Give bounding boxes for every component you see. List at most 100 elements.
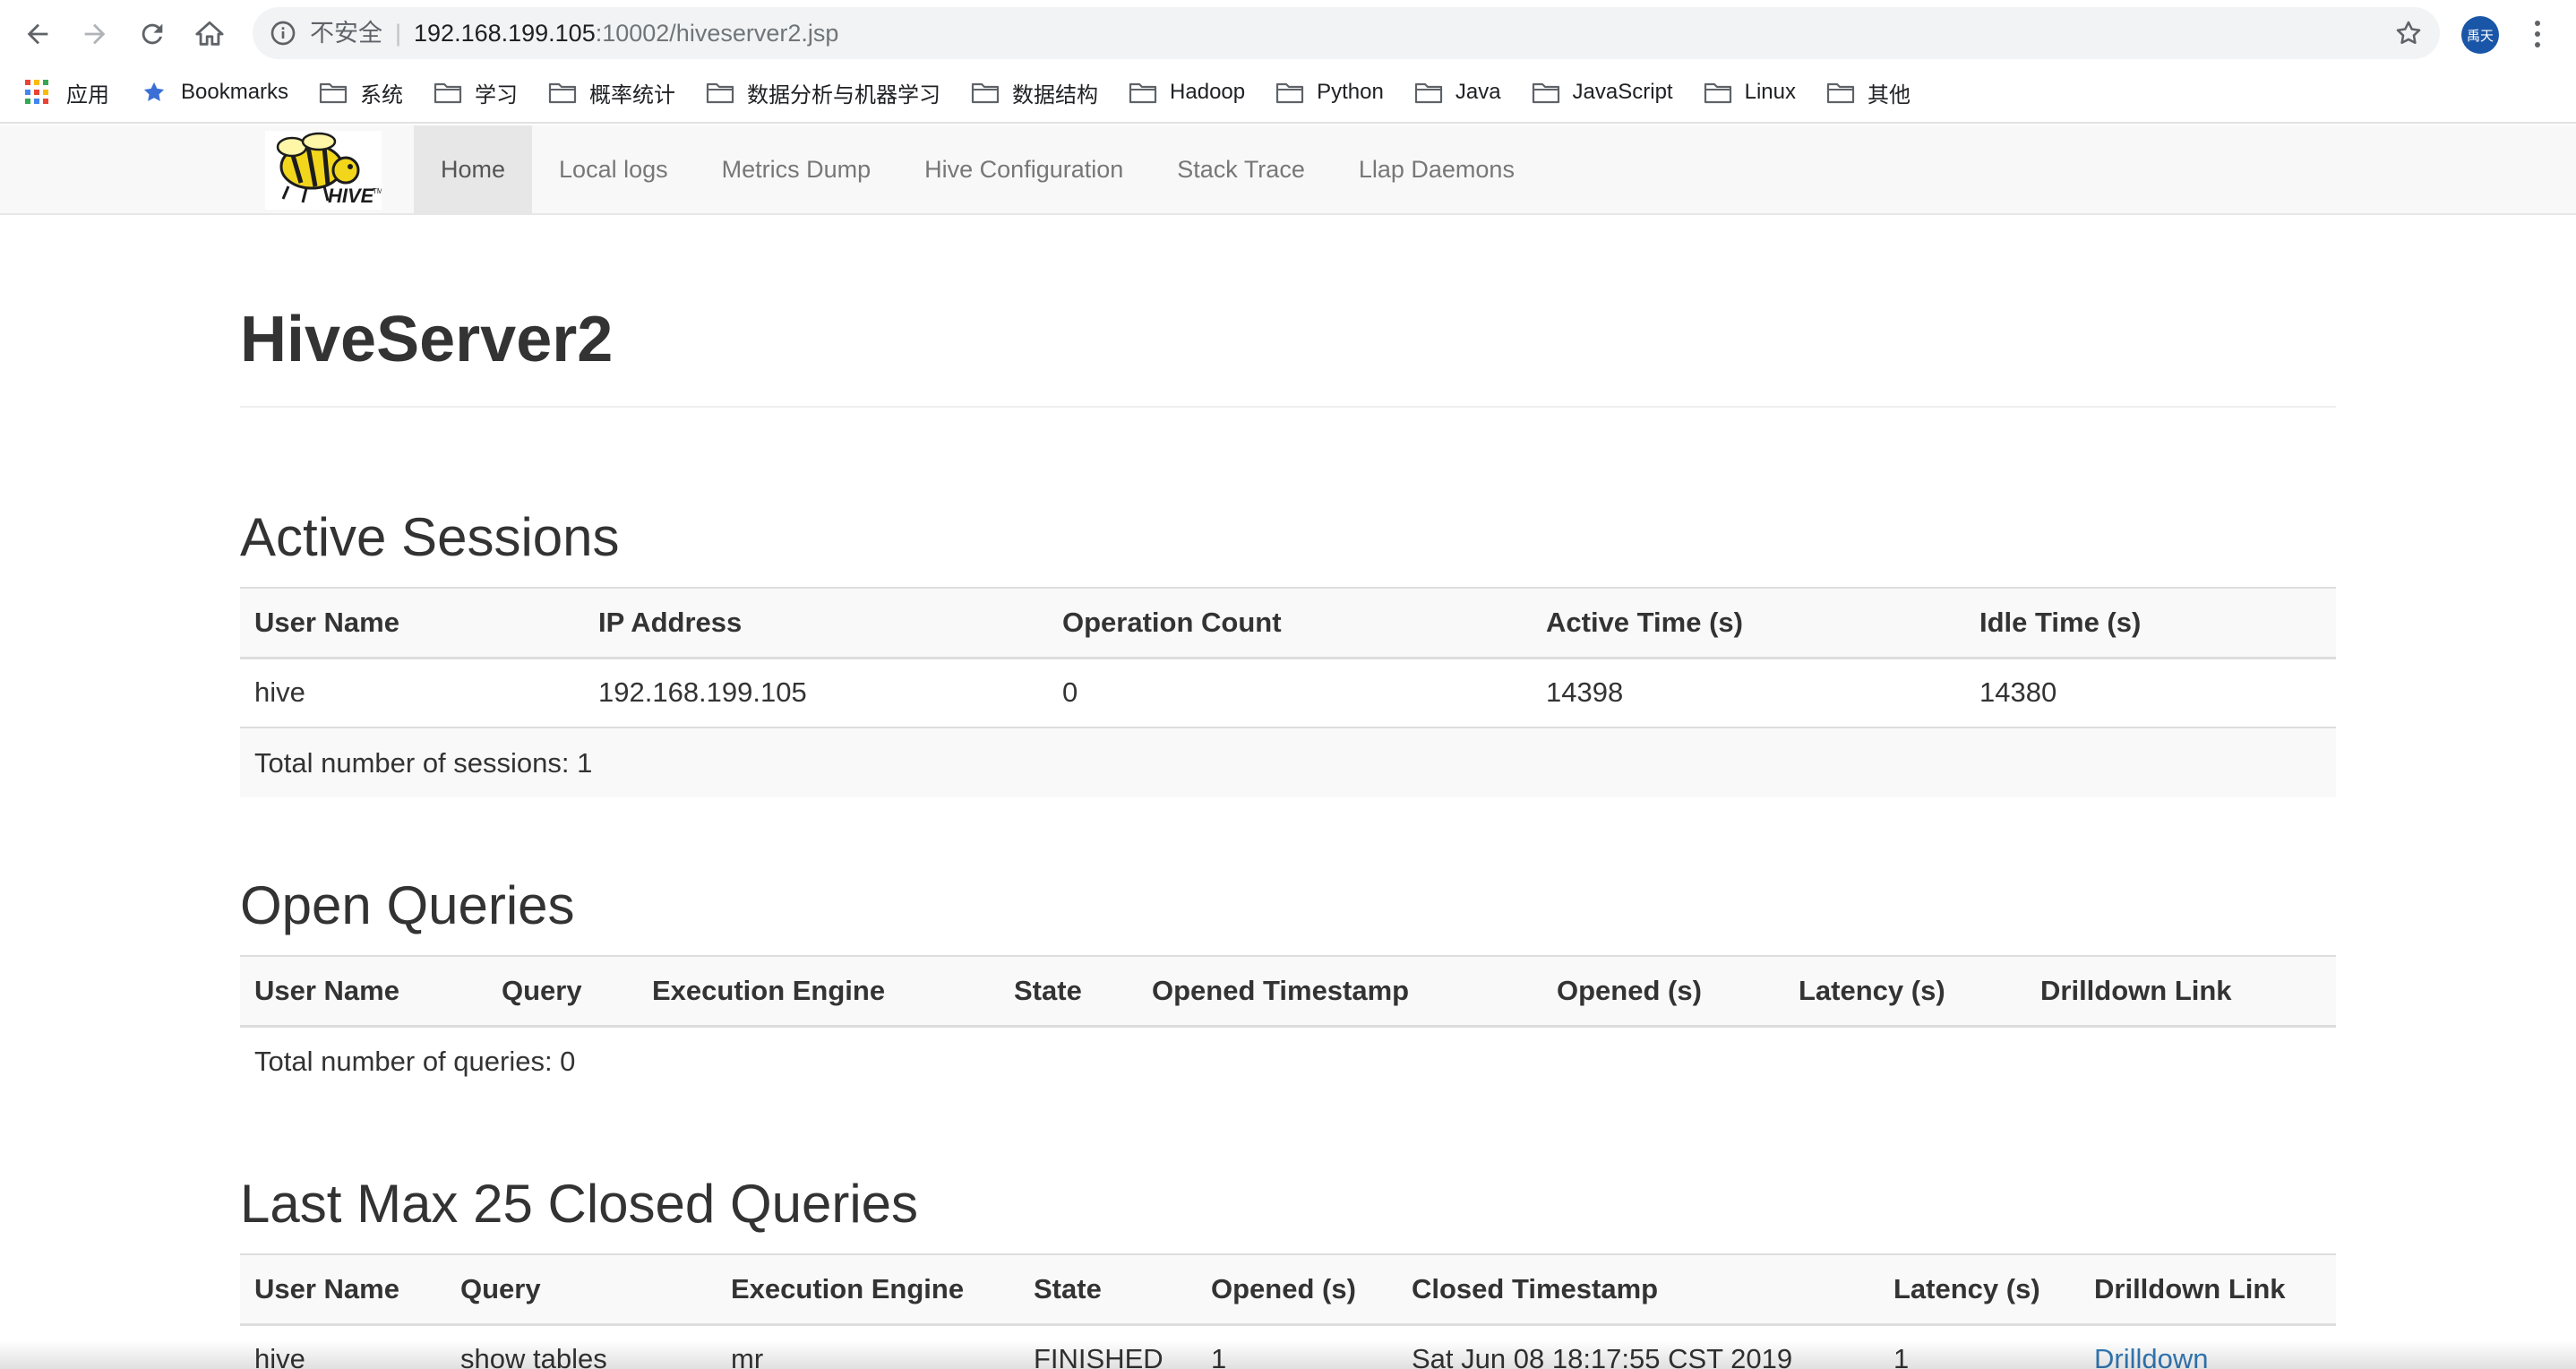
menu-dot xyxy=(2535,21,2540,26)
drilldown-link[interactable]: Drilldown xyxy=(2094,1343,2208,1369)
table-total-row: Total number of sessions: 1 xyxy=(240,728,2336,798)
bookmark-label: Linux xyxy=(1744,80,1796,104)
browser-menu-button[interactable] xyxy=(2524,14,2551,54)
table-header-row: User Name IP Address Operation Count Act… xyxy=(240,587,2336,659)
bookmark-label: 数据结构 xyxy=(1012,82,1099,108)
queries-total: Total number of queries: 0 xyxy=(240,1026,2336,1097)
bookmark-folder-javascript[interactable]: JavaScript xyxy=(1532,70,1673,115)
bookmark-folder-python[interactable]: Python xyxy=(1275,70,1384,115)
cell-operation-count: 0 xyxy=(1048,658,1532,729)
url-path: :10002/hiveserver2.jsp xyxy=(595,20,839,47)
bookmark-folder-java[interactable]: Java xyxy=(1414,70,1501,115)
column-header: Closed Timestamp xyxy=(1397,1253,1879,1326)
table-row: hive 192.168.199.105 0 14398 14380 xyxy=(240,658,2336,729)
column-header: Idle Time (s) xyxy=(1965,587,2336,659)
sessions-total: Total number of sessions: 1 xyxy=(240,728,2336,798)
cell-execution-engine: mr xyxy=(717,1324,1019,1369)
nav-item-local-logs[interactable]: Local logs xyxy=(532,125,695,213)
nav-item-hive-configuration[interactable]: Hive Configuration xyxy=(897,125,1150,213)
folder-icon xyxy=(1414,82,1442,104)
menu-dot xyxy=(2535,31,2540,37)
column-header: User Name xyxy=(240,587,584,659)
bookmark-folder-other[interactable]: 其他 xyxy=(1826,70,1911,115)
hive-bee-logo-icon: HIVE TM xyxy=(276,132,383,207)
main-content: HiveServer2 Active Sessions User Name IP… xyxy=(240,215,2336,1369)
folder-icon xyxy=(1276,82,1304,104)
folder-icon xyxy=(319,82,348,104)
closed-queries-section: Last Max 25 Closed Queries User Name Que… xyxy=(240,1175,2336,1369)
column-header: Drilldown Link xyxy=(2026,955,2336,1028)
hive-logo[interactable]: HIVE TM xyxy=(265,131,383,210)
column-header: Query xyxy=(446,1253,717,1326)
nav-item-metrics-dump[interactable]: Metrics Dump xyxy=(695,125,898,213)
bookmark-folder-probability[interactable]: 概率统计 xyxy=(548,70,675,115)
column-header: Drilldown Link xyxy=(2080,1253,2336,1326)
cell-active-time: 14398 xyxy=(1532,658,1965,729)
column-header: Query xyxy=(487,955,638,1028)
info-icon[interactable] xyxy=(269,19,297,47)
cell-user-name: hive xyxy=(240,1324,446,1369)
bookmark-folder-data-analysis[interactable]: 数据分析与机器学习 xyxy=(706,70,940,115)
svg-text:HIVE: HIVE xyxy=(328,185,375,207)
nav-item-llap-daemons[interactable]: Llap Daemons xyxy=(1332,125,1541,213)
folder-icon xyxy=(971,82,1000,104)
reload-button[interactable] xyxy=(133,14,172,54)
bookmark-label: JavaScript xyxy=(1572,80,1673,104)
column-header: Operation Count xyxy=(1048,587,1532,659)
bookmarks-bar: 应用 Bookmarks 系统 学习 概率统计 数据分析与机器学习 数据结构 H… xyxy=(0,70,2576,115)
column-header: Latency (s) xyxy=(1784,955,2026,1028)
bookmark-apps[interactable]: 应用 xyxy=(25,70,109,115)
cell-latency: 1 xyxy=(1879,1324,2080,1369)
bookmark-folder-linux[interactable]: Linux xyxy=(1704,70,1796,115)
bookmark-label: 系统 xyxy=(360,82,404,108)
cell-state: FINISHED xyxy=(1019,1324,1197,1369)
bookmark-folder-hadoop[interactable]: Hadoop xyxy=(1129,70,1245,115)
home-button[interactable] xyxy=(190,14,229,54)
nav-menu: Home Local logs Metrics Dump Hive Config… xyxy=(414,125,1541,213)
bookmark-label: 数据分析与机器学习 xyxy=(747,82,941,108)
hive-navbar: HIVE TM Home Local logs Metrics Dump Hiv… xyxy=(0,125,2576,215)
cell-user-name: hive xyxy=(240,658,584,729)
bookmark-label: 学习 xyxy=(475,82,519,108)
bookmark-folder-xitong[interactable]: 系统 xyxy=(319,70,403,115)
closed-queries-table: User Name Query Execution Engine State O… xyxy=(240,1253,2336,1369)
cell-query: show tables xyxy=(446,1324,717,1369)
bookmark-star-icon[interactable] xyxy=(2393,18,2424,48)
bookmark-bookmarks[interactable]: Bookmarks xyxy=(140,70,288,115)
address-bar[interactable]: 不安全 | 192.168.199.105:10002/hiveserver2.js… xyxy=(253,7,2440,59)
browser-toolbar: 不安全 | 192.168.199.105:10002/hiveserver2.js… xyxy=(0,0,2576,68)
cell-opened: 1 xyxy=(1197,1324,1397,1369)
open-queries-heading: Open Queries xyxy=(240,875,575,936)
folder-icon xyxy=(1532,82,1559,104)
profile-avatar[interactable]: 禹天 xyxy=(2461,16,2499,54)
column-header: User Name xyxy=(240,1253,446,1326)
table-header-row: User Name Query Execution Engine State O… xyxy=(240,1253,2336,1326)
table-header-row: User Name Query Execution Engine State O… xyxy=(240,955,2336,1028)
security-label: 不安全 xyxy=(310,20,382,47)
column-header: Opened Timestamp xyxy=(1138,955,1542,1028)
cell-drilldown: Drilldown xyxy=(2080,1324,2336,1369)
folder-icon xyxy=(706,82,734,104)
cell-ip-address: 192.168.199.105 xyxy=(584,658,1048,729)
url-text[interactable]: 不安全 | 192.168.199.105:10002/hiveserver2.js… xyxy=(310,7,838,59)
page-header: HiveServer2 xyxy=(240,304,2336,409)
folder-icon xyxy=(434,82,462,104)
column-header: Execution Engine xyxy=(717,1253,1019,1326)
bookmark-folder-data-structures[interactable]: 数据结构 xyxy=(971,70,1098,115)
forward-button[interactable] xyxy=(75,14,115,54)
column-header: Active Time (s) xyxy=(1532,587,1965,659)
closed-queries-heading: Last Max 25 Closed Queries xyxy=(240,1174,919,1235)
column-header: IP Address xyxy=(584,587,1048,659)
browser-chrome: 不安全 | 192.168.199.105:10002/hiveserver2.js… xyxy=(0,0,2576,124)
folder-icon xyxy=(1129,82,1157,104)
active-sessions-heading: Active Sessions xyxy=(240,507,620,568)
page-title: HiveServer2 xyxy=(240,304,614,375)
menu-dot xyxy=(2535,42,2540,47)
bookmark-label: Bookmarks xyxy=(181,80,289,104)
bookmark-folder-xuexi[interactable]: 学习 xyxy=(434,70,518,115)
reload-icon xyxy=(142,23,163,45)
back-button[interactable] xyxy=(18,14,57,54)
nav-item-home[interactable]: Home xyxy=(414,125,533,213)
nav-item-stack-trace[interactable]: Stack Trace xyxy=(1150,125,1332,213)
bookmark-label: Hadoop xyxy=(1170,80,1246,104)
